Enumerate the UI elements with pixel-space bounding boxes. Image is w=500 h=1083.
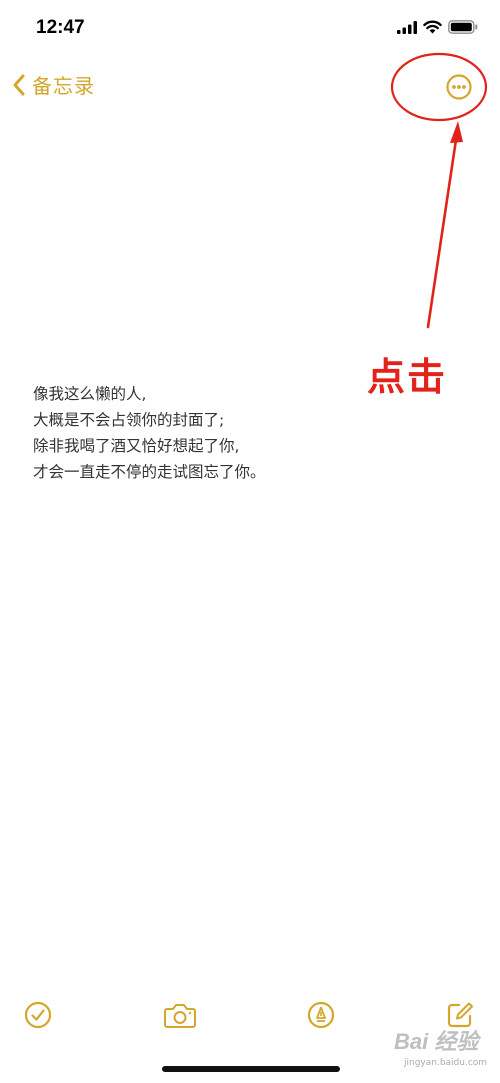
watermark-text: Bai 经验 <box>394 1029 479 1054</box>
note-line: 像我这么懒的人, <box>33 385 147 403</box>
checklist-button[interactable] <box>20 997 56 1033</box>
annotation-arrow <box>426 121 463 329</box>
checklist-icon <box>24 1001 52 1029</box>
status-time: 12:47 <box>36 17 85 38</box>
markup-button[interactable] <box>303 997 339 1033</box>
cellular-signal-icon <box>397 20 417 34</box>
annotation-circle <box>390 52 488 122</box>
note-body[interactable]: 像我这么懒的人, 大概是不会占领你的封面了; 除非我喝了酒又恰好想起了你, 才会… <box>33 381 353 485</box>
home-indicator[interactable] <box>162 1066 340 1072</box>
note-line: 才会一直走不停的走试图忘了你。 <box>33 463 266 481</box>
note-line: 大概是不会占领你的封面了; <box>33 411 225 429</box>
watermark-url: jingyan.baidu.com <box>404 1058 488 1068</box>
markup-icon <box>307 1001 335 1029</box>
back-label: 备忘录 <box>32 74 95 98</box>
status-icons <box>397 20 478 34</box>
battery-icon <box>448 20 478 34</box>
status-bar: 12:47 <box>0 0 500 60</box>
chevron-left-icon <box>13 74 25 95</box>
annotation-label: 点击 <box>367 355 448 399</box>
note-line: 除非我喝了酒又恰好想起了你, <box>33 437 240 455</box>
camera-button[interactable] <box>162 997 198 1033</box>
wifi-icon <box>423 20 442 34</box>
camera-icon <box>164 1004 196 1028</box>
back-button[interactable]: 备忘录 <box>12 70 95 99</box>
watermark: Bai 经验 jingyan.baidu.com <box>384 1024 500 1080</box>
